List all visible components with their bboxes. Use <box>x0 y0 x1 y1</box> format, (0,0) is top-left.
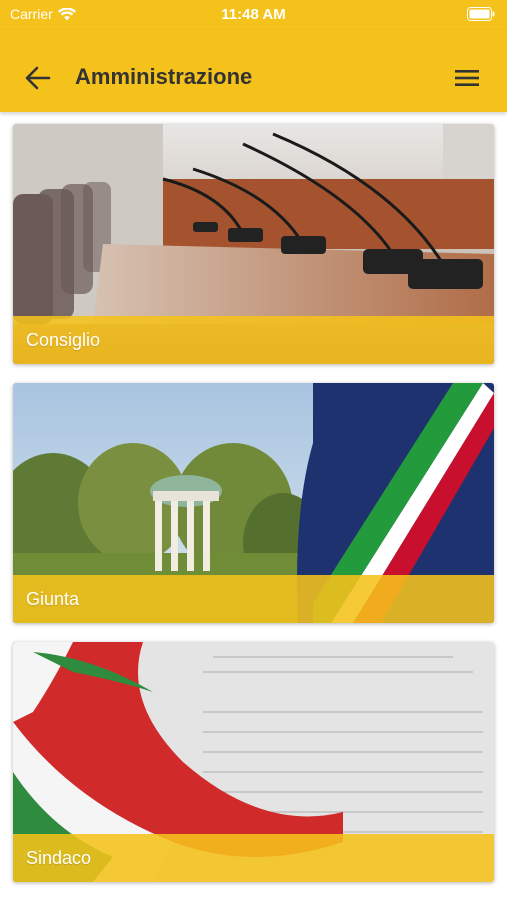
card-label: Sindaco <box>26 848 92 868</box>
card-label: Consiglio <box>26 330 101 350</box>
card-consiglio[interactable]: Consiglio <box>13 124 494 364</box>
battery-icon <box>467 7 495 24</box>
app-bar: Amministrazione <box>0 30 507 112</box>
back-arrow-icon <box>25 66 51 90</box>
status-bar: Carrier 11:48 AM <box>0 0 507 30</box>
back-button[interactable] <box>22 64 54 92</box>
card-label-bar <box>13 575 494 623</box>
card-label: Giunta <box>26 589 80 609</box>
page-title: Amministrazione <box>75 64 253 89</box>
clock: 11:48 AM <box>221 6 286 23</box>
card-giunta[interactable]: Giunta <box>13 383 494 623</box>
hamburger-menu-icon <box>455 70 479 86</box>
menu-button[interactable] <box>453 66 481 90</box>
card-sindaco[interactable]: Sindaco <box>13 642 494 882</box>
